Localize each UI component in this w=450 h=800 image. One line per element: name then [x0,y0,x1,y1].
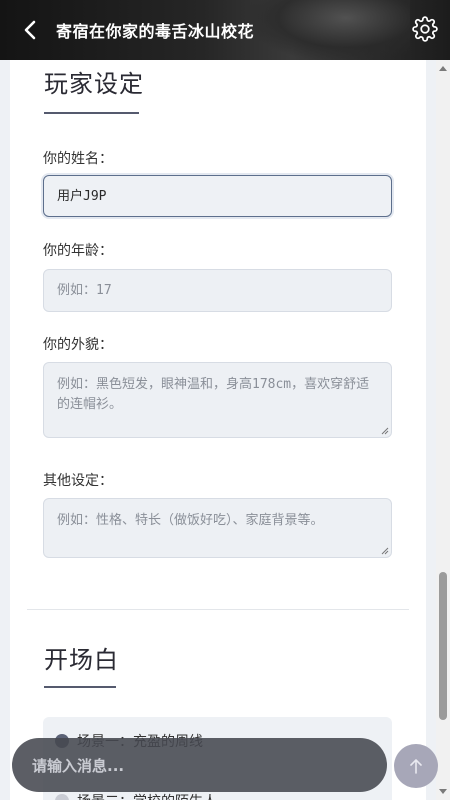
scene-label: 场景二：学校的陌生人 [77,791,217,800]
scroll-up-icon[interactable] [439,66,447,71]
age-placeholder: 例如：17 [57,283,112,298]
appearance-label: 你的外貌： [43,337,113,353]
title-underline [44,112,139,114]
other-textarea[interactable]: 例如：性格、特长（做饭好吃）、家庭背景等。 [43,498,392,558]
title-underline [44,686,116,688]
scroll-down-icon[interactable] [439,789,447,794]
other-label: 其他设定： [43,473,113,489]
page-title: 寄宿在你家的毒舌冰山校花 [56,22,255,41]
app-header: 寄宿在你家的毒舌冰山校花 [0,0,450,60]
name-input[interactable]: 用户J9P [43,175,392,217]
section-divider [27,609,409,610]
arrow-up-icon [410,759,422,774]
content-scroll-area[interactable]: 玩家设定 你的姓名： 用户J9P 你的年龄： 例如：17 你的外貌： 例如：黑色… [0,60,450,800]
player-settings-title: 玩家设定 [44,70,144,98]
other-placeholder: 例如：性格、特长（做饭好吃）、家庭背景等。 [57,513,324,528]
resize-handle-icon[interactable] [381,427,389,435]
radio-icon [55,794,69,800]
name-value: 用户J9P [57,189,107,204]
scene-option[interactable]: 场景二：学校的陌生人 [55,791,217,800]
scrollbar[interactable] [436,60,450,800]
gear-icon [412,16,438,42]
age-input[interactable]: 例如：17 [43,269,392,312]
message-placeholder: 请输入消息... [32,756,125,775]
age-label: 你的年龄： [43,243,113,259]
message-input[interactable]: 请输入消息... [12,738,387,792]
name-label: 你的姓名： [43,151,113,167]
send-button[interactable] [394,744,438,788]
resize-handle-icon[interactable] [381,547,389,555]
settings-card: 玩家设定 你的姓名： 用户J9P 你的年龄： 例如：17 你的外貌： 例如：黑色… [10,60,426,800]
back-button[interactable] [18,18,42,42]
chevron-left-icon [24,20,36,40]
settings-button[interactable] [412,16,438,42]
appearance-textarea[interactable]: 例如：黑色短发，眼神温和，身高178cm，喜欢穿舒适的连帽衫。 [43,362,392,438]
scrollbar-thumb[interactable] [439,572,447,720]
appearance-placeholder: 例如：黑色短发，眼神温和，身高178cm，喜欢穿舒适的连帽衫。 [57,377,370,412]
opening-title: 开场白 [44,646,119,674]
header-background-image [250,0,410,60]
